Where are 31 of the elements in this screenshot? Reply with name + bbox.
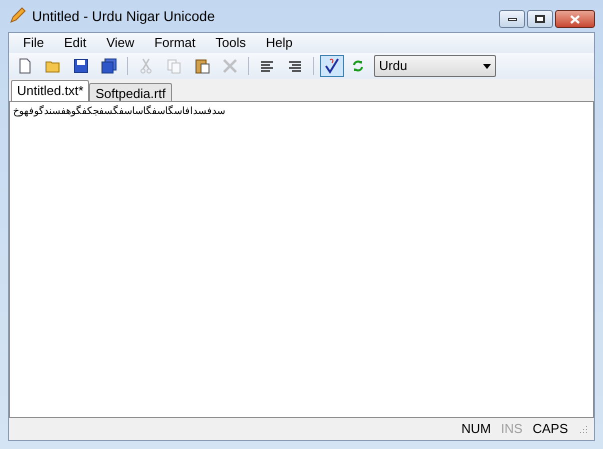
urdu-text: سدفسدافاسگاسفگاساسفگسفجکفگوھفسندگوفھوخ — [13, 105, 225, 119]
status-indicator: NUM — [461, 420, 491, 438]
close-button[interactable] — [555, 10, 595, 28]
menu-item[interactable]: File — [15, 33, 52, 53]
status-indicator: CAPS — [532, 420, 568, 438]
window-title: Untitled - Urdu Nigar Unicode — [32, 6, 215, 26]
clipboard-icon — [194, 58, 210, 74]
minimize-button[interactable] — [499, 10, 525, 28]
menu-item[interactable]: Tools — [207, 33, 254, 53]
floppy-disks-icon — [101, 58, 117, 74]
maximize-button[interactable] — [527, 10, 553, 28]
x-mark-icon — [222, 58, 238, 74]
document-tab[interactable]: Softpedia.rtf — [89, 83, 172, 101]
resize-grip-icon[interactable] — [578, 424, 588, 434]
text-editor[interactable]: سدفسدافاسگاسفگاساسفگسفجکفگوھفسندگوفھوخ — [9, 101, 594, 418]
menu-item[interactable]: Edit — [56, 33, 94, 53]
copy-icon — [166, 58, 182, 74]
menu-item[interactable]: Format — [146, 33, 204, 53]
document-tab[interactable]: Untitled.txt* — [11, 80, 90, 101]
blank-page-icon — [17, 58, 33, 74]
refresh-icon — [352, 58, 364, 74]
menu-item[interactable]: Help — [258, 33, 301, 53]
language-dropdown[interactable]: Urdu — [374, 55, 496, 77]
menu-item[interactable]: View — [98, 33, 142, 53]
check-mark-icon — [324, 58, 340, 74]
caret-icon — [483, 64, 491, 68]
toolbar-button[interactable] — [320, 55, 344, 77]
pencil-icon — [8, 7, 26, 25]
close-icon — [570, 14, 580, 24]
scissors-icon — [138, 58, 154, 74]
status-indicator: INS — [500, 420, 523, 438]
